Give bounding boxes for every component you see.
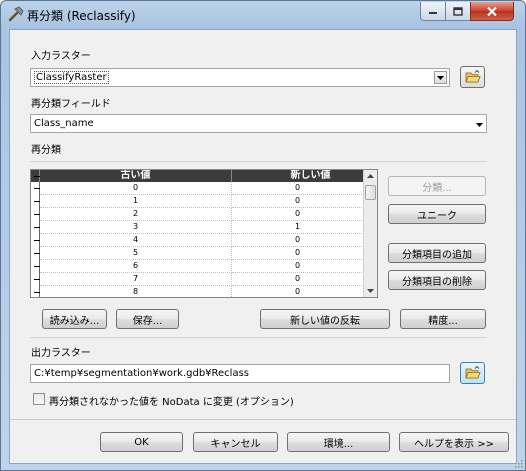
input-raster-combobox[interactable]: ClassifyRaster (30, 68, 450, 87)
footer-divider (10, 419, 516, 420)
input-raster-value: ClassifyRaster (34, 71, 109, 84)
output-raster-value: C:¥temp¥segmentation¥work.gdb¥Reclass (34, 368, 250, 379)
cancel-button[interactable]: キャンセル (193, 432, 278, 452)
reclass-field-label: 再分類フィールド (31, 99, 111, 110)
reverse-new-values-button[interactable]: 新しい値の反転 (260, 309, 390, 329)
new-value-cell[interactable]: 0 (232, 273, 364, 286)
table-row[interactable]: 31 (31, 221, 364, 234)
reclass-table[interactable]: 古い値 新しい値 001020314050607080 (30, 169, 378, 298)
table-row[interactable]: 50 (31, 247, 364, 260)
old-value-cell[interactable]: 2 (40, 208, 232, 221)
chevron-down-icon (437, 75, 444, 80)
table-vertical-scrollbar[interactable] (363, 170, 377, 297)
reclass-section-label: 再分類 (31, 145, 61, 156)
old-value-cell[interactable]: 3 (40, 221, 232, 234)
close-icon (487, 6, 497, 16)
scrollbar-thumb[interactable] (365, 185, 376, 200)
old-value-cell[interactable]: 8 (40, 286, 232, 297)
new-value-cell[interactable]: 0 (232, 208, 364, 221)
old-value-cell[interactable]: 5 (40, 247, 232, 260)
hammer-icon (8, 6, 24, 22)
row-header[interactable] (31, 260, 40, 273)
row-header[interactable] (31, 182, 40, 195)
old-value-cell[interactable]: 6 (40, 260, 232, 273)
minimize-icon (429, 12, 437, 14)
open-folder-icon (464, 366, 481, 379)
input-raster-label: 入力ラスター (31, 51, 91, 62)
window-title: 再分類 (Reclassify) (27, 9, 136, 23)
maximize-icon (453, 6, 463, 16)
resize-grip-icon[interactable] (513, 458, 523, 468)
old-value-cell[interactable]: 1 (40, 195, 232, 208)
title-bar[interactable]: 再分類 (Reclassify) (1, 1, 525, 28)
add-entry-button[interactable]: 分類項目の追加 (388, 243, 486, 263)
new-value-cell[interactable]: 0 (232, 182, 364, 195)
nodata-checkbox[interactable] (33, 393, 45, 405)
new-value-cell[interactable]: 0 (232, 260, 364, 273)
old-value-cell[interactable]: 0 (40, 182, 232, 195)
table-row[interactable]: 00 (31, 182, 364, 195)
table-row[interactable]: 10 (31, 195, 364, 208)
row-header[interactable] (31, 195, 40, 208)
table-corner-cell (31, 170, 40, 182)
table-row[interactable]: 80 (31, 286, 364, 297)
table-row[interactable]: 60 (31, 260, 364, 273)
new-value-cell[interactable]: 1 (232, 221, 364, 234)
nodata-checkbox-label[interactable]: 再分類されなかった値を NoData に変更 (オプション) (49, 393, 294, 408)
scroll-up-icon[interactable] (367, 174, 374, 178)
old-value-cell[interactable]: 4 (40, 234, 232, 247)
environments-button[interactable]: 環境... (287, 432, 390, 452)
unique-button[interactable]: ユニーク (388, 204, 486, 224)
row-header[interactable] (31, 234, 40, 247)
column-header-old-values[interactable]: 古い値 (40, 170, 232, 182)
reclass-field-combobox[interactable]: Class_name (30, 114, 487, 133)
maximize-button[interactable] (445, 2, 471, 21)
column-header-new-values[interactable]: 新しい値 (232, 170, 377, 182)
close-button[interactable] (470, 2, 514, 21)
table-row[interactable]: 70 (31, 273, 364, 286)
new-value-cell[interactable]: 0 (232, 247, 364, 260)
table-row[interactable]: 20 (31, 208, 364, 221)
section-divider (30, 337, 487, 338)
ok-button[interactable]: OK (100, 432, 183, 452)
table-row[interactable]: 40 (31, 234, 364, 247)
new-value-cell[interactable]: 0 (232, 234, 364, 247)
show-help-button[interactable]: ヘルプを表示 >> (399, 432, 509, 452)
row-header[interactable] (31, 221, 40, 234)
save-button[interactable]: 保存... (116, 309, 179, 329)
output-raster-browse-button[interactable] (460, 362, 485, 384)
input-raster-browse-button[interactable] (460, 66, 485, 88)
output-raster-field[interactable]: C:¥temp¥segmentation¥work.gdb¥Reclass (30, 364, 450, 383)
minimize-button[interactable] (420, 2, 446, 21)
precision-button[interactable]: 精度... (400, 309, 486, 329)
load-button[interactable]: 読み込み... (42, 309, 107, 329)
new-value-cell[interactable]: 0 (232, 286, 364, 297)
open-folder-icon (464, 70, 481, 83)
row-header[interactable] (31, 208, 40, 221)
delete-entry-button[interactable]: 分類項目の削除 (388, 270, 486, 290)
input-raster-dropdown-button[interactable] (434, 71, 447, 84)
row-header[interactable] (31, 286, 40, 297)
scroll-down-icon[interactable] (367, 289, 374, 293)
new-value-cell[interactable]: 0 (232, 195, 364, 208)
chevron-down-icon (476, 123, 483, 127)
row-header[interactable] (31, 273, 40, 286)
reclass-field-value: Class_name (34, 118, 94, 129)
classify-button[interactable]: 分類... (388, 176, 486, 196)
row-header[interactable] (31, 247, 40, 260)
section-divider (30, 161, 487, 162)
old-value-cell[interactable]: 7 (40, 273, 232, 286)
output-raster-label: 出力ラスター (31, 348, 91, 359)
reclass-field-dropdown-button[interactable] (476, 119, 483, 130)
dialog-window: 再分類 (Reclassify) 入力ラスター ClassifyRaster 再… (0, 0, 526, 471)
